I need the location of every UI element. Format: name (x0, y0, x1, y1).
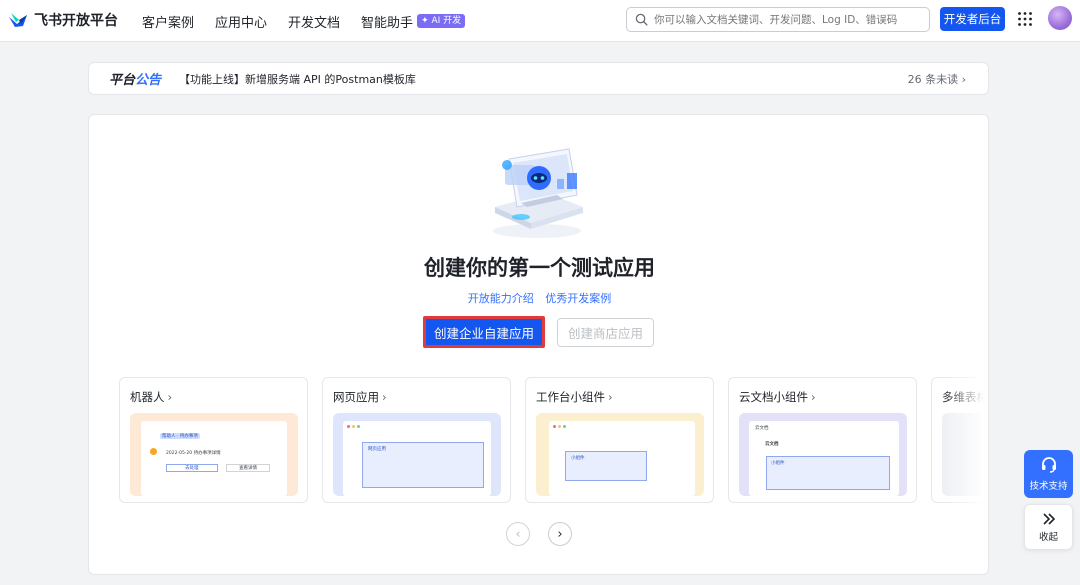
create-app-panel: 创建你的第一个测试应用 开放能力介绍 优秀开发案例 创建企业自建应用 创建商店应… (88, 114, 989, 575)
collapse-button[interactable]: 收起 (1024, 504, 1073, 550)
create-internal-app-label: 创建企业自建应用 (426, 319, 542, 345)
card-preview: 小组件 (536, 413, 704, 496)
create-internal-app-button[interactable]: 创建企业自建应用 (423, 316, 545, 348)
nav-item-app-center[interactable]: 应用中心 (215, 12, 267, 31)
card-title: 工作台小组件 › (536, 390, 613, 404)
carousel-next-button[interactable]: › (548, 522, 572, 546)
search-box[interactable] (626, 7, 930, 32)
chevron-right-icon: › (557, 526, 563, 542)
announcement-text[interactable]: 【功能上线】新增服务端 API 的Postman模板库 (179, 71, 416, 87)
double-chevron-right-icon (1042, 512, 1055, 525)
announcement-title: 平台公告 (109, 73, 162, 88)
dev-cases-link[interactable]: 优秀开发案例 (545, 292, 611, 305)
chevron-left-icon: ‹ (515, 526, 521, 542)
nav-menu: 客户案例 应用中心 开发文档 智能助手 ✦ AI 开发 (142, 0, 466, 42)
card-preview (942, 413, 984, 496)
feishu-logo-icon (9, 13, 27, 27)
chevron-right-icon: › (608, 390, 613, 404)
logo-text: 飞书开放平台 (34, 13, 118, 29)
card-title: 机器人 › (130, 390, 173, 404)
tech-support-button[interactable]: 技术支持 (1024, 450, 1073, 498)
user-avatar[interactable] (1048, 6, 1072, 30)
tech-support-label: 技术支持 (1029, 481, 1068, 492)
card-preview: 云文档 云文档 小组件 (739, 413, 907, 496)
app-type-carousel: 机器人 › 帮助人 · 待办事项 2022-05-20 待办事项详情 去处理 查看… (119, 377, 984, 504)
app-type-card-doc-widget[interactable]: 云文档小组件 › 云文档 云文档 小组件 (728, 377, 917, 503)
nav-item-assistant[interactable]: 智能助手 ✦ AI 开发 (361, 12, 466, 31)
hero-title: 创建你的第一个测试应用 (424, 256, 655, 280)
capability-intro-link[interactable]: 开放能力介绍 (468, 292, 534, 305)
nav-item-cases[interactable]: 客户案例 (142, 12, 194, 31)
status-dot (150, 448, 157, 455)
card-title: 多维表格 (942, 390, 984, 404)
card-title: 云文档小组件 › (739, 390, 816, 404)
logo[interactable]: 飞书开放平台 (8, 10, 118, 30)
hero-links: 开放能力介绍 优秀开发案例 (89, 290, 988, 306)
announcement-bar[interactable]: 平台公告 【功能上线】新增服务端 API 的Postman模板库 26 条未读 … (88, 62, 989, 95)
developer-console-button[interactable]: 开发者后台 (940, 7, 1005, 31)
card-title: 网页应用 › (333, 390, 387, 404)
search-input[interactable] (654, 13, 924, 26)
headset-icon (1041, 457, 1056, 473)
card-preview: 网页应用 (333, 413, 501, 496)
carousel-prev-button[interactable]: ‹ (506, 522, 530, 546)
search-icon (635, 13, 648, 26)
ai-badge: ✦ AI 开发 (417, 14, 466, 28)
chevron-right-icon: › (811, 390, 816, 404)
chevron-right-icon: › (382, 390, 387, 404)
mini-tag: 帮助人 · 待办事项 (160, 433, 200, 439)
app-type-card-bot[interactable]: 机器人 › 帮助人 · 待办事项 2022-05-20 待办事项详情 去处理 查看… (119, 377, 308, 503)
collapse-label: 收起 (1038, 531, 1058, 543)
laptop-robot-illustration (493, 148, 583, 238)
nav-item-dev-docs[interactable]: 开发文档 (288, 12, 340, 31)
nav-item-assistant-label: 智能助手 (361, 15, 414, 31)
unread-count-link[interactable]: 26 条未读 › (908, 71, 966, 87)
create-store-app-button[interactable]: 创建商店应用 (557, 318, 654, 347)
app-type-card-bitable[interactable]: 多维表格 (931, 377, 984, 503)
app-type-card-web-app[interactable]: 网页应用 › 网页应用 (322, 377, 511, 503)
app-type-card-workplace-widget[interactable]: 工作台小组件 › 小组件 (525, 377, 714, 503)
grid-icon[interactable] (1017, 11, 1033, 27)
top-navbar: 飞书开放平台 客户案例 应用中心 开发文档 智能助手 ✦ AI 开发 开发者后台 (0, 0, 1080, 42)
chevron-right-icon: › (167, 390, 173, 404)
card-preview: 帮助人 · 待办事项 2022-05-20 待办事项详情 去处理 查看详情 (130, 413, 298, 496)
